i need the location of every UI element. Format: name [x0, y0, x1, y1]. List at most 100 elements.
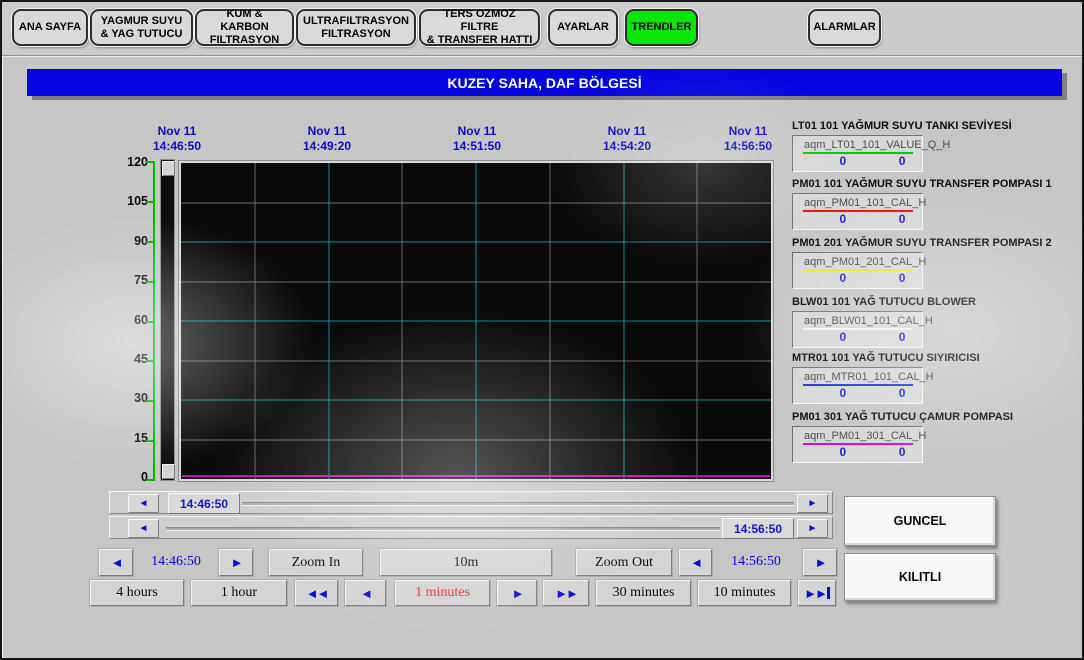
- end-time-label: 14:56:50: [723, 554, 789, 570]
- legend-value: 0: [839, 330, 846, 344]
- skip-to-end-bar: [827, 587, 830, 599]
- range-4-hours-button[interactable]: 4 hours: [90, 580, 184, 606]
- fast-backward-button[interactable]: ◄◄: [295, 580, 338, 606]
- scroll-left-icon[interactable]: ◄: [128, 494, 159, 513]
- nav-button-alarmlar[interactable]: ALARMLAR: [808, 9, 881, 46]
- y-axis-tick: [146, 400, 153, 402]
- skip-to-end-icon: ►►: [804, 586, 826, 601]
- legend-pen-box: aqm_BLW01_101_CAL_H 0 0: [792, 311, 923, 348]
- legend-title: PM01 201 YAĞMUR SUYU TRANSFER POMPASI 2: [792, 237, 1084, 249]
- right-arrow-icon: ►: [231, 555, 242, 570]
- legend-value: 0: [839, 212, 846, 226]
- legend-item: MTR01 101 YAĞ TUTUCU SIYIRICISI aqm_MTR0…: [792, 352, 1084, 404]
- legend-value: 0: [899, 330, 906, 344]
- legend-value: 0: [839, 271, 846, 285]
- legend-title: BLW01 101 YAĞ TUTUCU BLOWER: [792, 296, 1084, 308]
- nav-button-ayarlar[interactable]: AYARLAR: [548, 9, 618, 46]
- scroll-thumb-start-time[interactable]: 14:46:50: [168, 493, 240, 514]
- legend-tag: aqm_MTR01_101_CAL_H: [793, 368, 922, 383]
- x-axis-label: Nov 1114:56:50: [702, 124, 794, 154]
- y-axis-tick: [146, 440, 153, 442]
- range-30-minutes-button[interactable]: 30 minutes: [596, 580, 691, 606]
- nav-button-trendler[interactable]: TRENDLER: [625, 9, 698, 46]
- hmi-screen: ANA SAYFA YAGMUR SUYU & YAG TUTUCU KUM &…: [0, 0, 1084, 660]
- end-time-forward-button[interactable]: ►: [803, 549, 837, 576]
- y-axis-tick: [146, 281, 153, 283]
- legend-value: 0: [839, 386, 846, 400]
- scroll-track[interactable]: [242, 502, 794, 506]
- skip-to-end-button[interactable]: ►►: [798, 580, 836, 606]
- y-axis-tick: [146, 479, 153, 481]
- scroll-left-icon[interactable]: ◄: [128, 519, 159, 538]
- y-axis-tick: [146, 360, 153, 362]
- legend-tag: aqm_BLW01_101_CAL_H: [793, 312, 922, 327]
- legend-pen-box: aqm_PM01_301_CAL_H 00: [792, 426, 923, 463]
- nav-button-ters-ozmoz[interactable]: TERS OZMOZ FILTRE & TRANSFER HATTI: [419, 9, 540, 46]
- legend-value: 0: [899, 445, 906, 459]
- time-scrollbar-start[interactable]: ◄ 14:46:50 ►: [109, 491, 833, 514]
- y-axis-tick: [146, 321, 153, 323]
- double-left-arrow-icon: ◄◄: [306, 586, 328, 601]
- x-axis-label: Nov 1114:54:20: [581, 124, 673, 154]
- fast-forward-button[interactable]: ►►: [543, 580, 589, 606]
- legend-item: BLW01 101 YAĞ TUTUCU BLOWER aqm_BLW01_10…: [792, 296, 1084, 348]
- y-axis-tick: [146, 161, 153, 163]
- scroll-thumb-end-time[interactable]: 14:56:50: [722, 518, 794, 539]
- legend-tag: aqm_LT01_101_VALUE_Q_H: [793, 136, 922, 151]
- start-time-back-button[interactable]: ◄: [99, 549, 133, 576]
- x-axis-label: Nov 1114:51:50: [431, 124, 523, 154]
- top-navigation-bar: ANA SAYFA YAGMUR SUYU & YAG TUTUCU KUM &…: [2, 2, 1082, 56]
- nav-button-yagmur-suyu[interactable]: YAGMUR SUYU & YAG TUTUCU: [90, 9, 193, 46]
- step-backward-button[interactable]: ◄: [345, 580, 386, 606]
- x-axis-label: Nov 1114:49:20: [281, 124, 373, 154]
- start-time-label: 14:46:50: [143, 554, 209, 570]
- legend-pen-box: aqm_LT01_101_VALUE_Q_H 00: [792, 135, 923, 172]
- nav-button-kum-karbon[interactable]: KUM & KARBON FILTRASYON: [195, 9, 294, 46]
- double-right-arrow-icon: ►►: [555, 586, 577, 601]
- legend-pen-box: aqm_PM01_101_CAL_H 0 0: [792, 193, 923, 230]
- time-scrollbar-end[interactable]: ◄ 14:56:50 ►: [109, 516, 833, 539]
- right-arrow-icon: ►: [512, 586, 523, 601]
- legend-pen-box: aqm_PM01_201_CAL_H 0 0: [792, 252, 923, 289]
- y-axis-tick: [146, 241, 153, 243]
- legend-item: PM01 301 YAĞ TUTUCU ÇAMUR POMPASI aqm_PM…: [792, 411, 1084, 463]
- vertical-scrollbar[interactable]: [160, 159, 175, 481]
- nav-button-ultrafiltrasyon[interactable]: ULTRAFILTRASYON FILTRASYON: [296, 9, 416, 46]
- range-10-minutes-button[interactable]: 10 minutes: [698, 580, 791, 606]
- kilitli-button[interactable]: KILITLI: [844, 553, 996, 601]
- right-arrow-icon: ►: [815, 555, 826, 570]
- legend-tag: aqm_PM01_201_CAL_H: [793, 253, 922, 268]
- scroll-track[interactable]: [166, 527, 720, 531]
- scroll-down-button[interactable]: [162, 464, 175, 479]
- legend-item: PM01 101 YAĞMUR SUYU TRANSFER POMPASI 1 …: [792, 178, 1084, 230]
- legend-value: 0: [899, 271, 906, 285]
- legend-tag: aqm_PM01_101_CAL_H: [793, 194, 922, 209]
- legend-title: MTR01 101 YAĞ TUTUCU SIYIRICISI: [792, 352, 1084, 364]
- end-time-back-button[interactable]: ◄: [679, 549, 712, 576]
- zoom-in-button[interactable]: Zoom In: [269, 549, 363, 576]
- start-time-forward-button[interactable]: ►: [219, 549, 253, 576]
- step-forward-button[interactable]: ►: [497, 580, 537, 606]
- scroll-right-icon[interactable]: ►: [797, 494, 828, 513]
- interval-button[interactable]: 10m: [380, 549, 552, 576]
- trend-plot-area[interactable]: [179, 161, 773, 481]
- legend-value: 0: [839, 154, 846, 168]
- scroll-right-icon[interactable]: ►: [797, 519, 828, 538]
- y-axis-labels: 120105 9075 6045 3015 0: [110, 155, 148, 484]
- legend-value: 0: [899, 212, 906, 226]
- legend-title: PM01 101 YAĞMUR SUYU TRANSFER POMPASI 1: [792, 178, 1084, 190]
- zoom-out-button[interactable]: Zoom Out: [576, 549, 672, 576]
- left-arrow-icon: ◄: [360, 586, 371, 601]
- legend-item: LT01 101 YAĞMUR SUYU TANKI SEVİYESİ aqm_…: [792, 120, 1084, 172]
- guncel-button[interactable]: GUNCEL: [844, 496, 996, 546]
- nav-button-ana-sayfa[interactable]: ANA SAYFA: [12, 9, 88, 46]
- legend-pen-box: aqm_MTR01_101_CAL_H 00: [792, 367, 923, 404]
- range-1-hour-button[interactable]: 1 hour: [191, 580, 287, 606]
- scroll-up-button[interactable]: [162, 161, 175, 176]
- legend-title: LT01 101 YAĞMUR SUYU TANKI SEVİYESİ: [792, 120, 1084, 132]
- page-title: KUZEY SAHA, DAF BÖLGESİ: [27, 69, 1062, 96]
- y-axis-tick: [146, 201, 153, 203]
- legend-title: PM01 301 YAĞ TUTUCU ÇAMUR POMPASI: [792, 411, 1084, 423]
- left-arrow-icon: ◄: [690, 555, 701, 570]
- current-interval-button[interactable]: 1 minutes: [395, 580, 490, 606]
